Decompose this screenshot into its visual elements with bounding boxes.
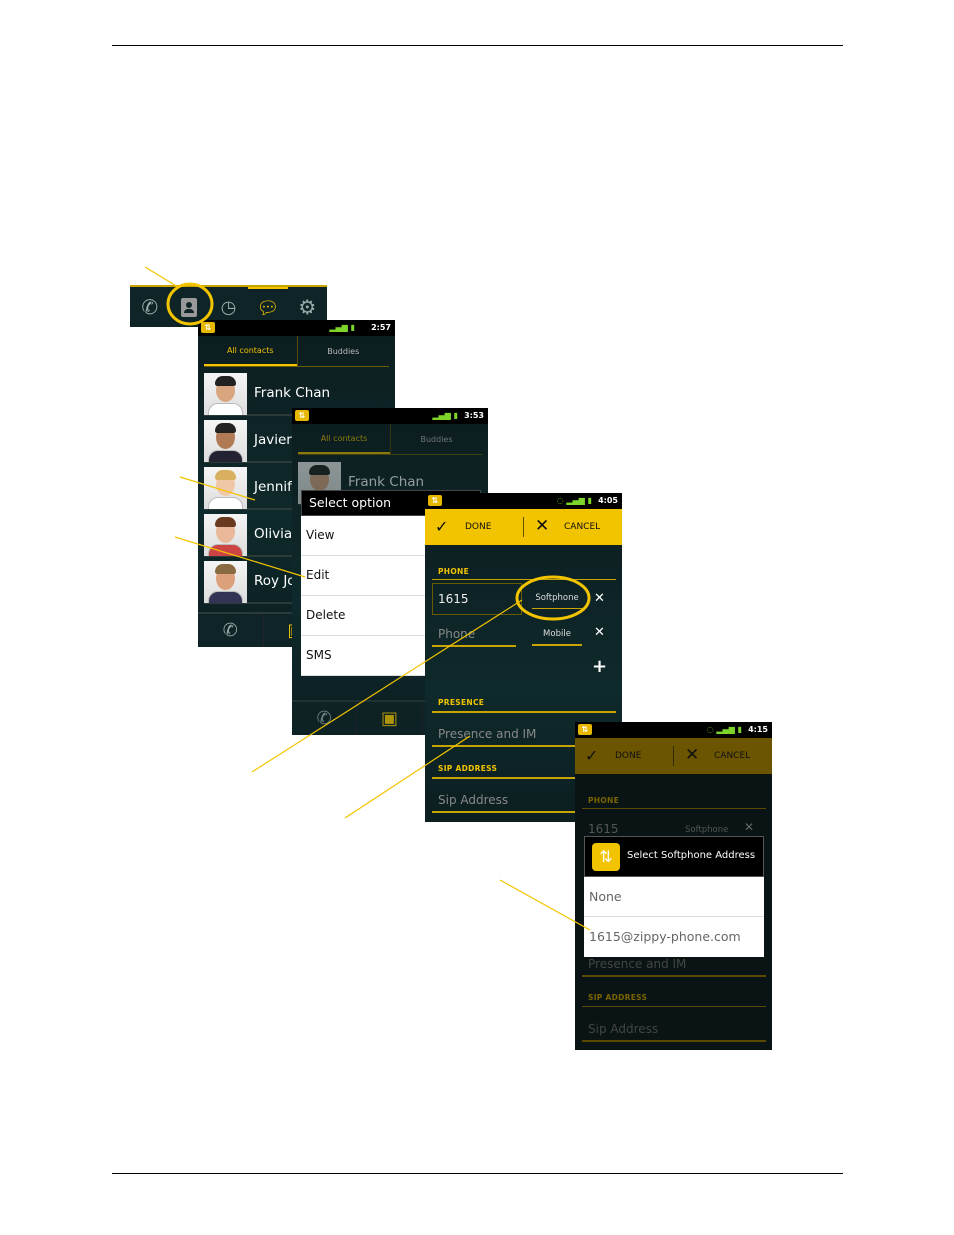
callout-overlay (144, 266, 591, 931)
callout-line (344, 735, 471, 819)
highlight-circle (166, 282, 214, 326)
callout-line (174, 536, 306, 578)
highlight-circle (515, 575, 591, 621)
callout-line (499, 879, 591, 931)
callout-line (251, 599, 523, 773)
callout-line (144, 266, 179, 288)
callout-line (179, 476, 256, 501)
